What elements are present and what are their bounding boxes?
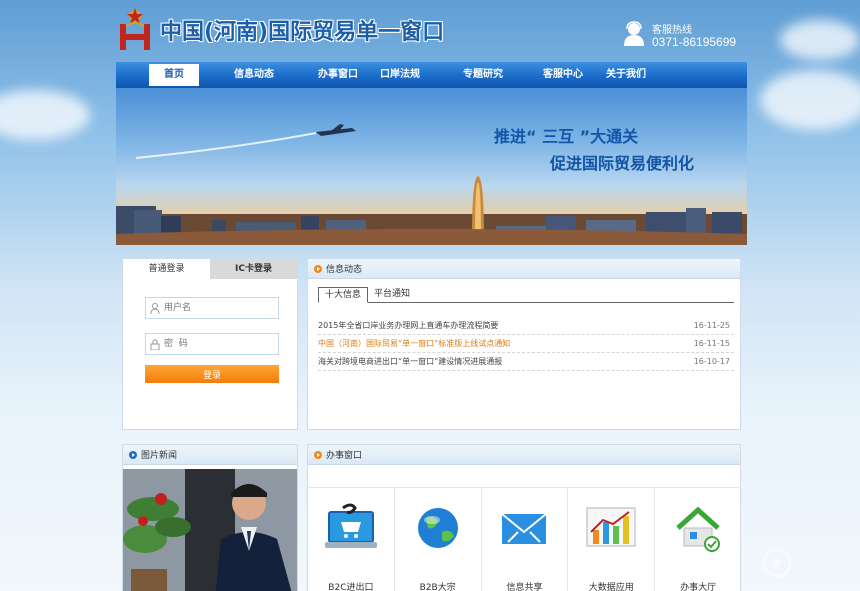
services-grid: B2C进出口 B2B大宗 信息共享 大数据应用 办事大厅 [308,487,741,591]
user-icon [150,303,160,314]
service-b2c[interactable]: B2C进出口 [308,487,395,591]
login-panel: 普通登录 IC卡登录 登录 [122,258,298,430]
hotline-number: 0371-86195699 [652,35,737,49]
nav-item-research[interactable]: 专题研究 [433,64,533,86]
service-label: 办事大厅 [680,583,717,591]
news-date: 16-10-17 [693,357,730,366]
login-button[interactable]: 登录 [145,365,279,383]
service-big-data[interactable]: 大数据应用 [568,487,656,591]
news-title[interactable]: 海关对跨境电商进出口“单一窗口”建设情况进展通报 [318,353,502,370]
nav-item-regulations[interactable]: 口岸法规 [367,64,433,86]
tab-platform-notice[interactable]: 平台通知 [368,287,416,303]
tab-ic-card-login[interactable]: IC卡登录 [210,259,297,279]
nav-item-services[interactable]: 办事窗口 [309,64,367,86]
service-label: 信息共享 [506,583,543,591]
services-panel-header: 办事窗口 [308,445,740,465]
watermark-logo-icon [762,548,792,578]
news-list: 2015年全省口岸业务办理网上直通车办理流程简要 16-11-25 中国（河南）… [318,317,734,371]
watermark [762,548,792,578]
cloud-decoration [760,70,860,130]
service-label: B2C进出口 [328,583,374,591]
hero-banner[interactable]: 推进“ 三互 ”大通关 促进国际贸易便利化 [116,88,747,245]
nav-item-support[interactable]: 客服中心 [533,64,593,86]
nav-item-home[interactable]: 首页 [149,64,199,86]
section-arrow-icon [129,450,137,459]
banner-subheadline: 促进国际贸易便利化 [550,154,695,173]
site-title: 中国(河南)国际贸易单一窗口 [160,20,445,45]
news-date: 16-11-25 [693,321,730,330]
username-input[interactable] [146,298,278,318]
news-item[interactable]: 海关对跨境电商进出口“单一窗口”建设情况进展通报 16-10-17 [318,353,734,371]
services-panel-title: 办事窗口 [326,451,363,461]
info-panel: 信息动态 十大信息 平台通知 2015年全省口岸业务办理网上直通车办理流程简要 … [307,258,741,430]
cloud-decoration [0,90,90,140]
lock-icon [150,339,160,350]
nav-item-news[interactable]: 信息动态 [199,64,309,86]
hotline-label: 客服热线 [652,25,692,36]
officer-photo [123,469,297,591]
banner-headline: 推进“ 三互 ”大通关 [494,127,639,146]
laptop-cart-icon [324,503,377,548]
customer-service-icon [624,21,644,46]
mail-exchange-icon [501,513,548,544]
globe-icon [417,508,458,548]
password-input[interactable] [146,334,278,354]
news-item[interactable]: 中国（河南）国际贸易“单一窗口”标准版上线试点通知 16-11-15 [318,335,734,353]
services-panel: 办事窗口 B2C进出口 B2B大宗 信息共享 大数据应用 办事大厅 [307,444,741,591]
site-logo-icon[interactable] [116,6,154,50]
photo-news-header: 图片新闻 [123,445,297,465]
login-tabs: 普通登录 IC卡登录 [123,259,297,279]
bar-chart-icon [586,507,636,547]
photo-news-image[interactable] [123,469,297,591]
info-tabs: 十大信息 平台通知 [318,287,734,303]
password-field[interactable] [145,333,279,355]
photo-news-title: 图片新闻 [141,451,178,461]
news-date: 16-11-15 [693,339,730,348]
tab-top-news[interactable]: 十大信息 [318,287,369,303]
info-panel-header: 信息动态 [308,259,740,279]
service-info-share[interactable]: 信息共享 [481,487,569,591]
service-label: B2B大宗 [419,583,456,591]
section-arrow-icon [314,264,322,273]
info-panel-title: 信息动态 [326,265,363,275]
tab-normal-login[interactable]: 普通登录 [123,259,210,279]
photo-news-panel: 图片新闻 [122,444,298,591]
section-arrow-icon [314,450,322,459]
news-title[interactable]: 中国（河南）国际贸易“单一窗口”标准版上线试点通知 [318,335,510,352]
service-b2b[interactable]: B2B大宗 [394,487,482,591]
service-hall[interactable]: 办事大厅 [655,487,741,591]
house-icon [676,506,721,552]
service-label: 大数据应用 [588,583,634,591]
nav-item-about[interactable]: 关于我们 [593,64,659,86]
news-title[interactable]: 2015年全省口岸业务办理网上直通车办理流程简要 [318,317,498,334]
site-header: 中国(河南)国际贸易单一窗口 客服热线 0371-86195699 [0,0,860,62]
news-item[interactable]: 2015年全省口岸业务办理网上直通车办理流程简要 16-11-25 [318,317,734,335]
username-field[interactable] [145,297,279,319]
main-nav: 首页 信息动态 办事窗口 口岸法规 专题研究 客服中心 关于我们 [116,62,747,88]
